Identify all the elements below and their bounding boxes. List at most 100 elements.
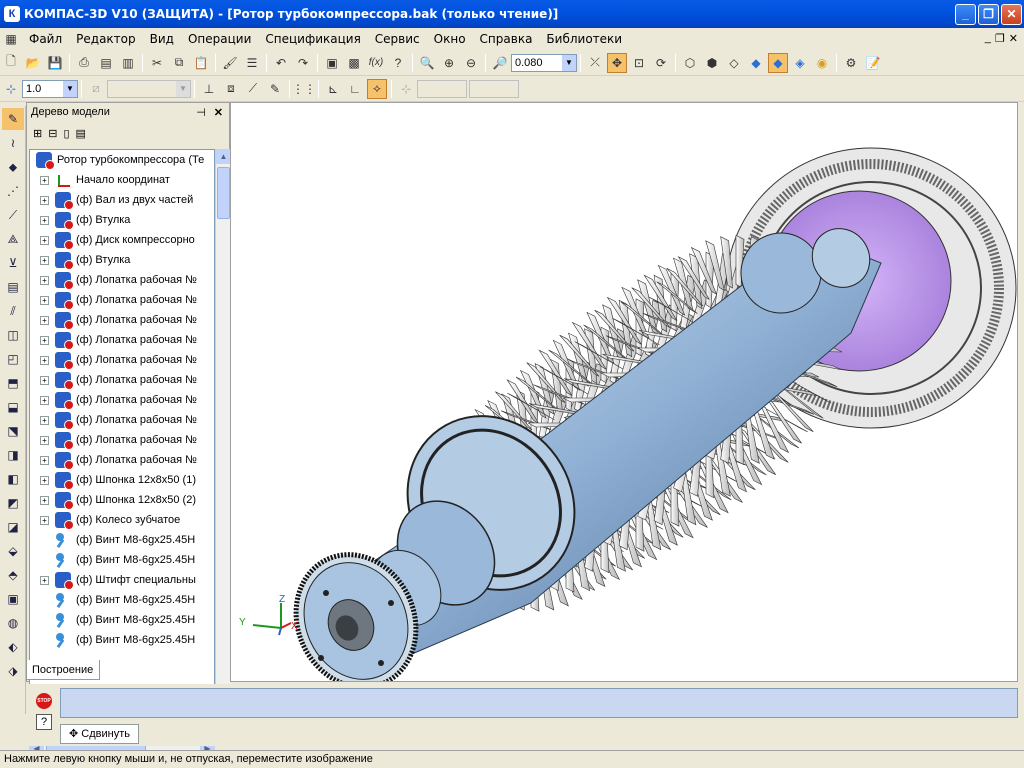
menu-editor[interactable]: Редактор bbox=[69, 32, 142, 46]
menu-view[interactable]: Вид bbox=[143, 32, 181, 46]
local-cs-icon[interactable]: ⊥ bbox=[199, 79, 219, 99]
angle-icon[interactable]: ∟ bbox=[345, 79, 365, 99]
expand-icon[interactable]: + bbox=[40, 575, 49, 585]
orientation-icon[interactable]: ⤫ bbox=[585, 53, 605, 73]
expand-icon[interactable]: + bbox=[40, 515, 49, 525]
expand-icon[interactable]: + bbox=[40, 475, 49, 485]
menu-specification[interactable]: Спецификация bbox=[258, 32, 367, 46]
loft-icon[interactable]: ◩ bbox=[2, 492, 24, 514]
tree-item[interactable]: + (ф) Шпонка 12x8x50 (2) bbox=[30, 490, 214, 510]
tree-item[interactable]: + (ф) Лопатка рабочая № bbox=[30, 390, 214, 410]
expand-icon[interactable]: + bbox=[40, 415, 49, 425]
preview-icon[interactable]: ▤ bbox=[96, 53, 116, 73]
variables-icon[interactable]: f(x) bbox=[366, 53, 386, 73]
chamfer-icon[interactable]: ⬘ bbox=[2, 564, 24, 586]
pan-icon[interactable]: ✥ bbox=[607, 52, 627, 73]
reports-icon[interactable]: ⫽ bbox=[2, 300, 24, 322]
zoom-in-icon[interactable]: ⊕ bbox=[439, 53, 459, 73]
tree-item[interactable]: + (ф) Лопатка рабочая № bbox=[30, 310, 214, 330]
revolve-icon[interactable]: ◧ bbox=[2, 468, 24, 490]
help-icon[interactable]: ? bbox=[36, 714, 52, 730]
tree-item[interactable]: + (ф) Лопатка рабочая № bbox=[30, 450, 214, 470]
mdi-minimize-icon[interactable]: _ bbox=[985, 32, 991, 45]
expand-icon[interactable]: + bbox=[40, 355, 49, 365]
sheet-metal-icon[interactable]: ◫ bbox=[2, 324, 24, 346]
tree-item[interactable]: + (ф) Лопатка рабочая № bbox=[30, 350, 214, 370]
zoom-out-icon[interactable]: ⊖ bbox=[461, 53, 481, 73]
expand-icon[interactable]: + bbox=[40, 375, 49, 385]
expand-icon[interactable]: + bbox=[40, 295, 49, 305]
tree-item[interactable]: + Начало координат bbox=[30, 170, 214, 190]
zoom-combo[interactable]: 0.080 ▼ bbox=[511, 53, 577, 72]
zoom-window-icon[interactable]: 🔍 bbox=[417, 53, 437, 73]
pan-tab[interactable]: ✥ Сдвинуть bbox=[60, 724, 139, 744]
components-icon[interactable]: ⬓ bbox=[2, 396, 24, 418]
filter-icon[interactable]: ⊻ bbox=[2, 252, 24, 274]
format-icon[interactable]: 🖌 bbox=[220, 53, 240, 73]
assembly-icon[interactable]: ⬒ bbox=[2, 372, 24, 394]
tree-item[interactable]: (ф) Винт M8-6gx25.45H bbox=[30, 630, 214, 650]
shell-icon[interactable]: ▣ bbox=[2, 588, 24, 610]
tree-item[interactable]: + (ф) Втулка bbox=[30, 210, 214, 230]
surfaces-icon[interactable]: ⬥ bbox=[2, 156, 24, 178]
tree-item[interactable]: (ф) Винт M8-6gx25.45H bbox=[30, 550, 214, 570]
close-button[interactable]: ✕ bbox=[1001, 3, 1022, 25]
expand-icon[interactable]: + bbox=[40, 235, 49, 245]
tree-item[interactable]: Ротор турбокомпрессора (Те bbox=[30, 150, 214, 170]
section-icon[interactable]: ⬗ bbox=[2, 660, 24, 682]
build-order-icon[interactable]: ⊞ bbox=[33, 127, 42, 140]
redo-icon[interactable]: ↷ bbox=[293, 53, 313, 73]
expand-icon[interactable]: + bbox=[40, 275, 49, 285]
tree-item[interactable]: (ф) Винт M8-6gx25.45H bbox=[30, 530, 214, 550]
wireframe-icon[interactable]: ⬡ bbox=[680, 53, 700, 73]
pencil-icon[interactable]: ✎ bbox=[265, 79, 285, 99]
paste-icon[interactable]: 📋 bbox=[191, 53, 211, 73]
menu-file[interactable]: Файл bbox=[22, 32, 69, 46]
cursor-step-icon[interactable]: ⊹ bbox=[1, 79, 21, 99]
step-combo[interactable]: 1.0 ▼ bbox=[22, 79, 78, 98]
tree-item[interactable]: (ф) Винт M8-6gx25.45H bbox=[30, 590, 214, 610]
mates-icon[interactable]: ⬔ bbox=[2, 420, 24, 442]
minimize-button[interactable]: _ bbox=[955, 3, 976, 25]
tree-item[interactable]: + (ф) Лопатка рабочая № bbox=[30, 270, 214, 290]
tree-item[interactable]: + (ф) Штифт специальны bbox=[30, 570, 214, 590]
notes-icon[interactable]: 📝 bbox=[863, 53, 883, 73]
menu-libraries[interactable]: Библиотеки bbox=[539, 32, 629, 46]
perspective-icon[interactable]: ◈ bbox=[790, 53, 810, 73]
expand-icon[interactable]: + bbox=[40, 195, 49, 205]
expand-icon[interactable]: + bbox=[40, 495, 49, 505]
tree-item[interactable]: + (ф) Лопатка рабочая № bbox=[30, 290, 214, 310]
stop-icon[interactable]: STOP bbox=[36, 693, 52, 709]
aux-geometry-icon[interactable]: ⟋ bbox=[2, 204, 24, 226]
thin-lines-icon[interactable]: ◇ bbox=[724, 53, 744, 73]
hidden-lines-icon[interactable]: ⬢ bbox=[702, 53, 722, 73]
library-icon[interactable]: ⚙ bbox=[841, 53, 861, 73]
pin-icon[interactable]: ⊣ bbox=[196, 106, 206, 119]
undo-icon[interactable]: ↶ bbox=[271, 53, 291, 73]
expand-icon[interactable]: + bbox=[40, 435, 49, 445]
grid-icon[interactable]: ⋮⋮ bbox=[292, 79, 316, 99]
tree-item[interactable]: + (ф) Лопатка рабочая № bbox=[30, 430, 214, 450]
edit-details-icon[interactable]: ✎ bbox=[2, 108, 24, 130]
tree-props-icon[interactable]: ▤ bbox=[76, 127, 86, 140]
new-file-icon[interactable]: 🗋 bbox=[1, 53, 21, 73]
fit-all-icon[interactable]: ⊡ bbox=[629, 53, 649, 73]
sketch-icon[interactable]: ⧈ bbox=[221, 79, 241, 99]
chevron-down-icon[interactable]: ▼ bbox=[63, 80, 77, 97]
expand-icon[interactable]: + bbox=[40, 215, 49, 225]
properties-icon[interactable]: ☰ bbox=[242, 53, 262, 73]
expand-icon[interactable]: + bbox=[40, 175, 49, 185]
tree-item[interactable]: + (ф) Шпонка 12x8x50 (1) bbox=[30, 470, 214, 490]
sweep-icon[interactable]: ◪ bbox=[2, 516, 24, 538]
tree-item[interactable]: + (ф) Лопатка рабочая № bbox=[30, 330, 214, 350]
mdi-restore-icon[interactable]: ❐ bbox=[995, 32, 1005, 45]
cut-icon[interactable]: ✂ bbox=[147, 53, 167, 73]
fillet-icon[interactable]: ⬙ bbox=[2, 540, 24, 562]
menu-service[interactable]: Сервис bbox=[368, 32, 427, 46]
expand-icon[interactable]: + bbox=[40, 255, 49, 265]
tree-vertical-scrollbar[interactable]: ▲ ▼ bbox=[215, 149, 231, 743]
document-icon[interactable]: ▦ bbox=[1, 29, 21, 49]
tree-view-icon[interactable]: ▯ bbox=[63, 127, 69, 140]
menu-window[interactable]: Окно bbox=[427, 32, 473, 46]
shaded-icon[interactable]: ◆ bbox=[746, 53, 766, 73]
